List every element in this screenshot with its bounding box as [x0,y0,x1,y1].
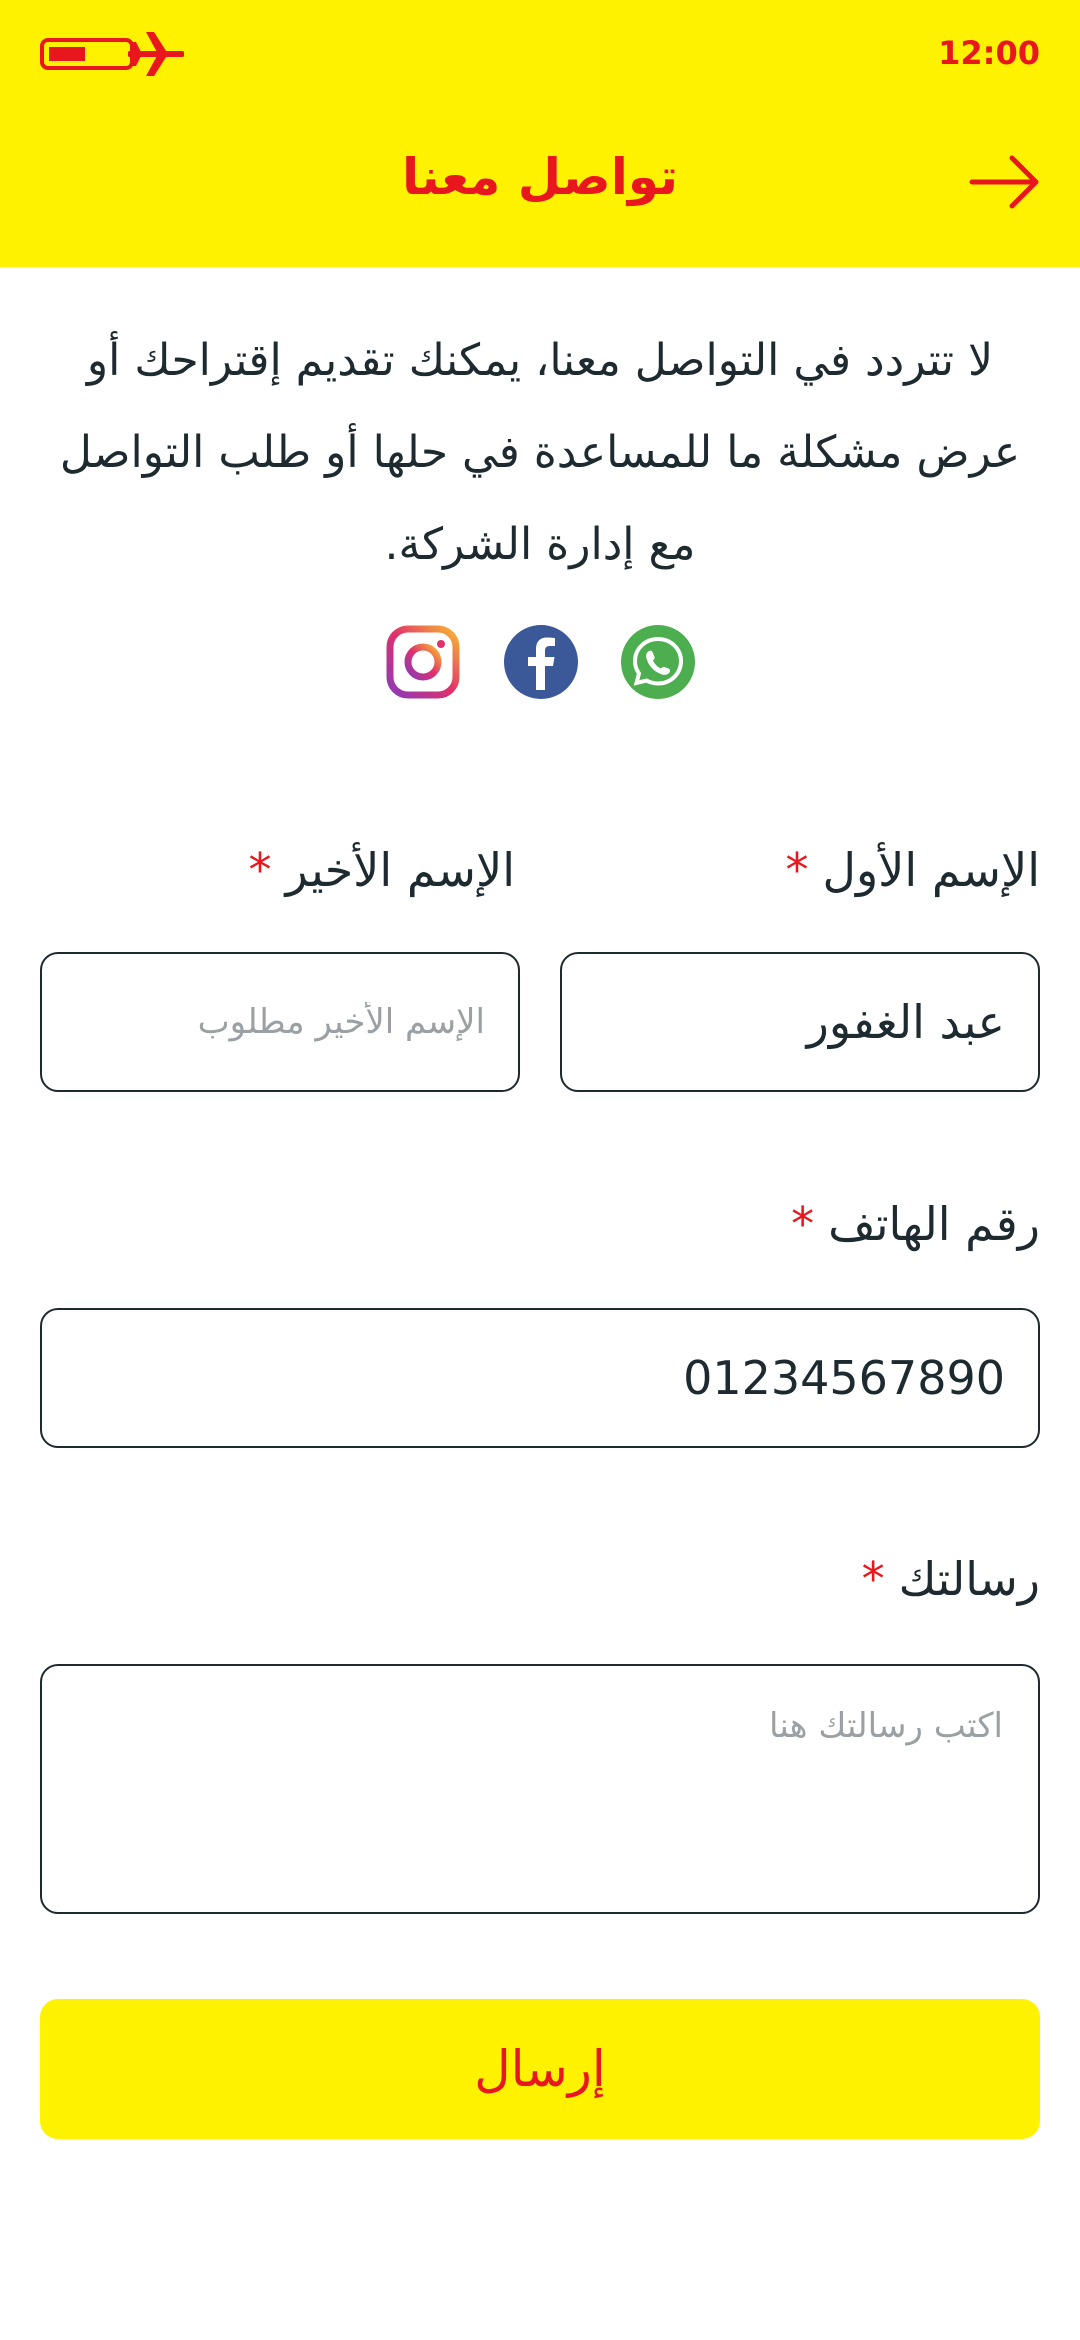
arrow-right-icon[interactable] [968,153,1042,211]
phone-label-text: رقم الهاتف [828,1197,1040,1251]
status-time: 12:00 [938,34,1040,72]
last-name-label-text: الإسم الأخير [285,843,515,897]
required-mark: * [791,1197,815,1251]
facebook-icon[interactable] [503,624,579,700]
phone-label: رقم الهاتف* [791,1197,1040,1251]
required-mark: * [785,843,809,897]
first-name-field[interactable] [560,952,1040,1092]
submit-button[interactable]: إرسال [40,1999,1040,2139]
phone-input[interactable] [42,1310,1038,1446]
battery-low-icon [40,38,140,70]
last-name-input[interactable] [42,954,518,1090]
first-name-input[interactable] [562,954,1038,1090]
message-textarea[interactable] [42,1666,1038,1912]
airplane-mode-icon [128,32,184,76]
last-name-field[interactable] [40,952,520,1092]
message-label: رسالتك* [862,1552,1040,1606]
required-mark: * [861,1552,885,1606]
page-title: تواصل معنا [402,148,678,206]
message-label-text: رسالتك [898,1552,1040,1606]
app-header: 12:00 تواصل معنا [0,0,1080,267]
instagram-icon[interactable] [385,624,461,700]
first-name-label: الإسم الأول* [786,843,1040,897]
intro-text: لا تتردد في التواصل معنا، يمكنك تقديم إق… [59,335,1021,570]
whatsapp-icon[interactable] [620,624,696,700]
message-field[interactable] [40,1664,1040,1914]
required-mark: * [248,843,272,897]
phone-field[interactable] [40,1308,1040,1448]
last-name-label: الإسم الأخير* [248,843,515,897]
first-name-label-text: الإسم الأول [822,843,1040,897]
